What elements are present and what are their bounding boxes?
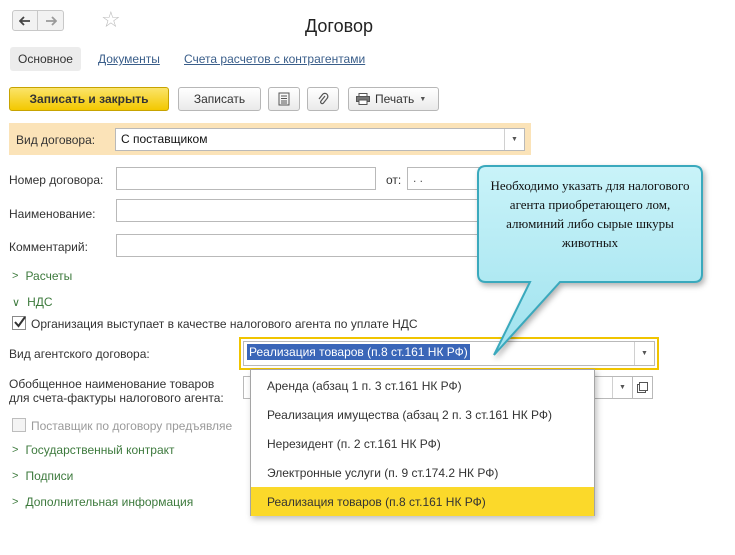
callout-shape	[477, 165, 703, 356]
callout-text: Необходимо указать для налогового агента…	[490, 178, 690, 250]
